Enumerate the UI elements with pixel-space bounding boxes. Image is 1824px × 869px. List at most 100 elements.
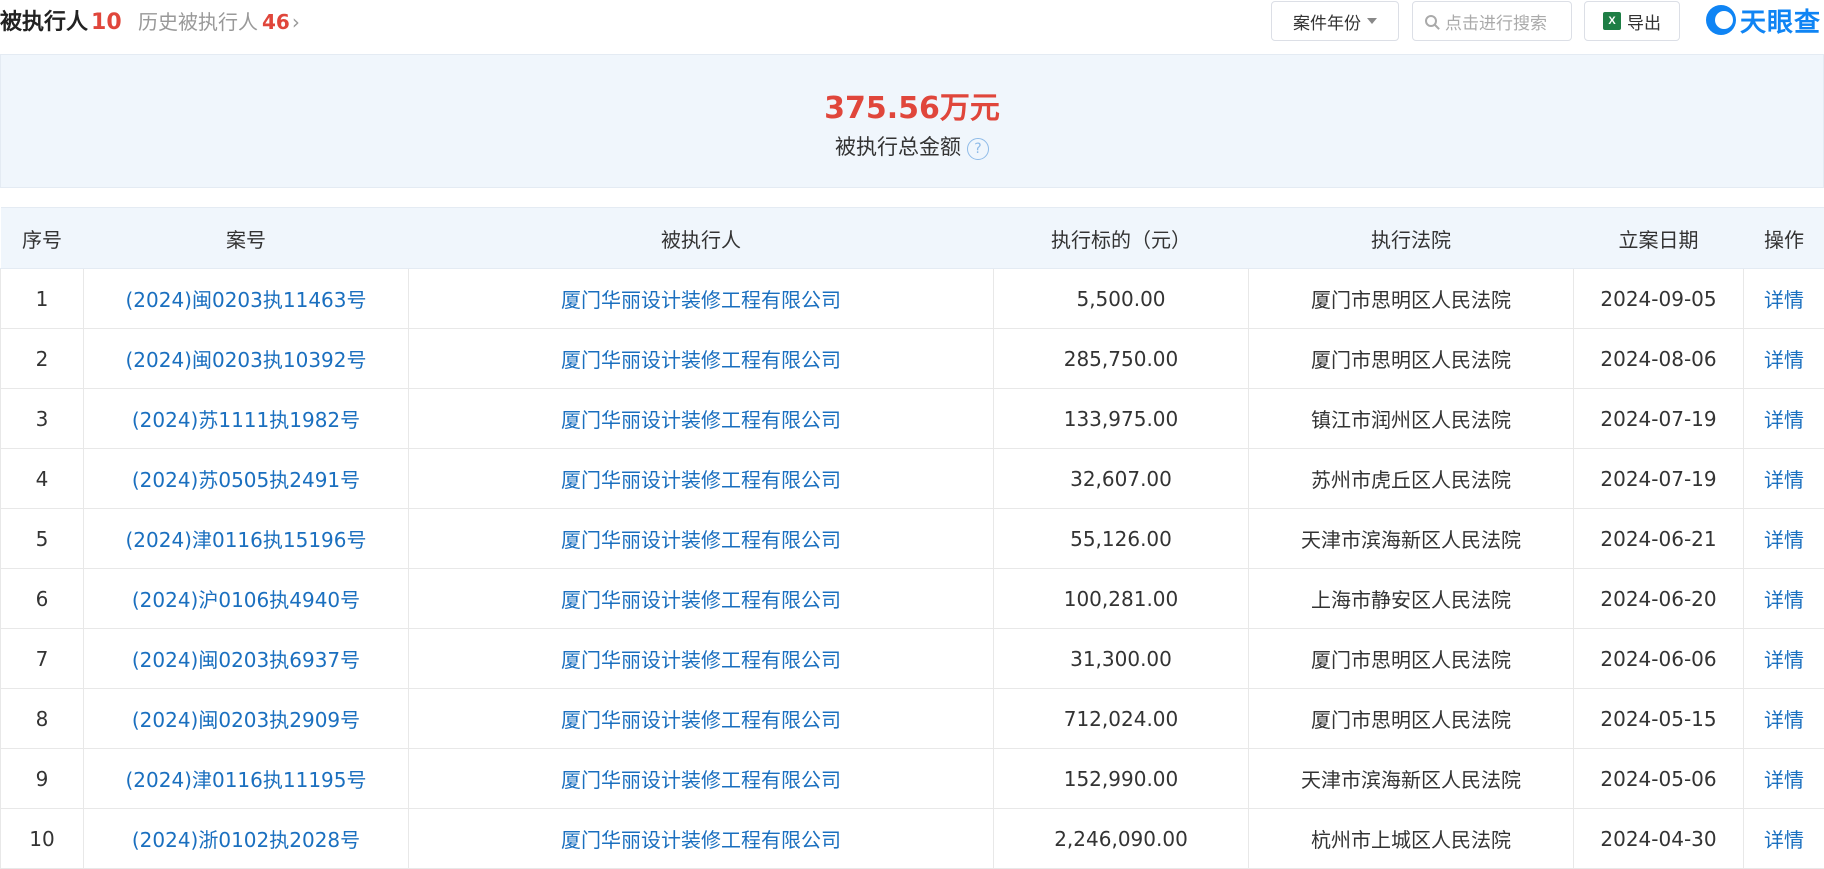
row-no: 10 — [1, 809, 84, 869]
search-input[interactable]: 点击进行搜索 — [1412, 1, 1572, 41]
table-row: 1 (2024)闽0203执11463号 厦门华丽设计装修工程有限公司 5,50… — [1, 269, 1824, 329]
party-link[interactable]: 厦门华丽设计装修工程有限公司 — [409, 449, 994, 509]
date-cell: 2024-07-19 — [1574, 449, 1744, 509]
table-row: 7 (2024)闽0203执6937号 厦门华丽设计装修工程有限公司 31,30… — [1, 629, 1824, 689]
export-button[interactable]: X 导出 — [1584, 1, 1680, 41]
party-link[interactable]: 厦门华丽设计装修工程有限公司 — [409, 689, 994, 749]
court-cell: 天津市滨海新区人民法院 — [1249, 509, 1574, 569]
court-cell: 天津市滨海新区人民法院 — [1249, 749, 1574, 809]
tianyancha-logo: 天眼查 — [1706, 0, 1821, 40]
court-cell: 苏州市虎丘区人民法院 — [1249, 449, 1574, 509]
party-link[interactable]: 厦门华丽设计装修工程有限公司 — [409, 629, 994, 689]
amount-cell: 2,246,090.00 — [994, 809, 1249, 869]
summary-panel: 375.56万元 被执行总金额? — [0, 54, 1824, 188]
table-row: 4 (2024)苏0505执2491号 厦门华丽设计装修工程有限公司 32,60… — [1, 449, 1824, 509]
toolbar: 被执行人10 历史被执行人46› 案件年份 点击进行搜索 X 导出 天眼查 — [0, 0, 1824, 54]
row-no: 8 — [1, 689, 84, 749]
excel-icon: X — [1603, 12, 1621, 30]
date-cell: 2024-06-21 — [1574, 509, 1744, 569]
detail-link[interactable]: 详情 — [1744, 749, 1824, 809]
party-link[interactable]: 厦门华丽设计装修工程有限公司 — [409, 269, 994, 329]
case-number-link[interactable]: (2024)浙0102执2028号 — [84, 809, 409, 869]
row-no: 9 — [1, 749, 84, 809]
case-year-label: 案件年份 — [1293, 9, 1361, 34]
court-cell: 厦门市思明区人民法院 — [1249, 269, 1574, 329]
party-link[interactable]: 厦门华丽设计装修工程有限公司 — [409, 809, 994, 869]
col-header-amount: 执行标的（元） — [994, 208, 1249, 269]
table-header-row: 序号 案号 被执行人 执行标的（元） 执行法院 立案日期 操作 — [1, 208, 1824, 269]
table-row: 5 (2024)津0116执15196号 厦门华丽设计装修工程有限公司 55,1… — [1, 509, 1824, 569]
date-cell: 2024-04-30 — [1574, 809, 1744, 869]
page-title[interactable]: 被执行人10 — [0, 4, 122, 36]
case-number-link[interactable]: (2024)津0116执15196号 — [84, 509, 409, 569]
detail-link[interactable]: 详情 — [1744, 449, 1824, 509]
history-tab-count: 46 — [262, 10, 290, 34]
history-tab-label: 历史被执行人 — [138, 10, 258, 34]
col-header-date: 立案日期 — [1574, 208, 1744, 269]
amount-cell: 285,750.00 — [994, 329, 1249, 389]
detail-link[interactable]: 详情 — [1744, 509, 1824, 569]
page-title-label: 被执行人 — [0, 10, 88, 35]
amount-cell: 32,607.00 — [994, 449, 1249, 509]
history-tab[interactable]: 历史被执行人46› — [138, 6, 300, 35]
total-amount-label-row: 被执行总金额? — [1, 131, 1823, 161]
case-number-link[interactable]: (2024)闽0203执11463号 — [84, 269, 409, 329]
case-number-link[interactable]: (2024)闽0203执10392号 — [84, 329, 409, 389]
table-row: 6 (2024)沪0106执4940号 厦门华丽设计装修工程有限公司 100,2… — [1, 569, 1824, 629]
row-no: 5 — [1, 509, 84, 569]
date-cell: 2024-08-06 — [1574, 329, 1744, 389]
detail-link[interactable]: 详情 — [1744, 269, 1824, 329]
search-placeholder: 点击进行搜索 — [1445, 9, 1547, 34]
party-link[interactable]: 厦门华丽设计装修工程有限公司 — [409, 389, 994, 449]
row-no: 6 — [1, 569, 84, 629]
amount-cell: 55,126.00 — [994, 509, 1249, 569]
court-cell: 上海市静安区人民法院 — [1249, 569, 1574, 629]
date-cell: 2024-06-06 — [1574, 629, 1744, 689]
case-year-dropdown[interactable]: 案件年份 — [1271, 1, 1399, 41]
date-cell: 2024-05-06 — [1574, 749, 1744, 809]
table-row: 9 (2024)津0116执11195号 厦门华丽设计装修工程有限公司 152,… — [1, 749, 1824, 809]
logo-icon — [1706, 5, 1736, 35]
amount-cell: 712,024.00 — [994, 689, 1249, 749]
detail-link[interactable]: 详情 — [1744, 629, 1824, 689]
party-link[interactable]: 厦门华丽设计装修工程有限公司 — [409, 329, 994, 389]
court-cell: 厦门市思明区人民法院 — [1249, 629, 1574, 689]
detail-link[interactable]: 详情 — [1744, 569, 1824, 629]
court-cell: 杭州市上城区人民法院 — [1249, 809, 1574, 869]
date-cell: 2024-05-15 — [1574, 689, 1744, 749]
case-number-link[interactable]: (2024)闽0203执2909号 — [84, 689, 409, 749]
row-no: 1 — [1, 269, 84, 329]
amount-cell: 5,500.00 — [994, 269, 1249, 329]
case-number-link[interactable]: (2024)沪0106执4940号 — [84, 569, 409, 629]
chevron-right-icon: › — [292, 10, 300, 34]
court-cell: 厦门市思明区人民法院 — [1249, 329, 1574, 389]
col-header-court: 执行法院 — [1249, 208, 1574, 269]
col-header-action: 操作 — [1744, 208, 1824, 269]
row-no: 3 — [1, 389, 84, 449]
amount-cell: 133,975.00 — [994, 389, 1249, 449]
case-number-link[interactable]: (2024)苏1111执1982号 — [84, 389, 409, 449]
case-number-link[interactable]: (2024)闽0203执6937号 — [84, 629, 409, 689]
case-number-link[interactable]: (2024)津0116执11195号 — [84, 749, 409, 809]
detail-link[interactable]: 详情 — [1744, 389, 1824, 449]
table-row: 2 (2024)闽0203执10392号 厦门华丽设计装修工程有限公司 285,… — [1, 329, 1824, 389]
caret-down-icon — [1367, 18, 1377, 24]
enforcement-table: 序号 案号 被执行人 执行标的（元） 执行法院 立案日期 操作 1 (2024)… — [0, 207, 1824, 869]
case-number-link[interactable]: (2024)苏0505执2491号 — [84, 449, 409, 509]
date-cell: 2024-07-19 — [1574, 389, 1744, 449]
logo-text: 天眼查 — [1740, 2, 1821, 39]
court-cell: 厦门市思明区人民法院 — [1249, 689, 1574, 749]
help-icon[interactable]: ? — [967, 138, 989, 160]
detail-link[interactable]: 详情 — [1744, 689, 1824, 749]
amount-cell: 100,281.00 — [994, 569, 1249, 629]
party-link[interactable]: 厦门华丽设计装修工程有限公司 — [409, 509, 994, 569]
search-icon — [1425, 15, 1437, 27]
table-row: 10 (2024)浙0102执2028号 厦门华丽设计装修工程有限公司 2,24… — [1, 809, 1824, 869]
party-link[interactable]: 厦门华丽设计装修工程有限公司 — [409, 569, 994, 629]
party-link[interactable]: 厦门华丽设计装修工程有限公司 — [409, 749, 994, 809]
detail-link[interactable]: 详情 — [1744, 329, 1824, 389]
detail-link[interactable]: 详情 — [1744, 809, 1824, 869]
date-cell: 2024-06-20 — [1574, 569, 1744, 629]
page-title-count: 10 — [91, 10, 122, 35]
court-cell: 镇江市润州区人民法院 — [1249, 389, 1574, 449]
